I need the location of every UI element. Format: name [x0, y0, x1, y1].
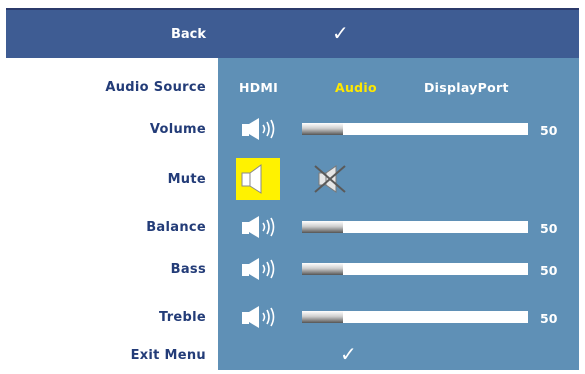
treble-speaker-icon: [238, 304, 286, 330]
source-option-hdmi[interactable]: HDMI: [239, 80, 278, 95]
mute-label[interactable]: Mute: [6, 172, 206, 187]
exit-menu-label[interactable]: Exit Menu: [6, 348, 206, 363]
unmuted-speaker-icon: [241, 164, 262, 194]
bass-value: 50: [540, 263, 558, 278]
treble-value: 50: [540, 311, 558, 326]
balance-speaker-icon: [238, 214, 286, 240]
mute-option-muted-speaker-icon[interactable]: [311, 162, 351, 196]
treble-slider-fill: [302, 311, 343, 323]
volume-slider-fill: [302, 123, 343, 135]
volume-slider[interactable]: [302, 123, 528, 135]
audio-source-label[interactable]: Audio Source: [6, 80, 206, 95]
bass-label[interactable]: Bass: [6, 262, 206, 277]
balance-slider[interactable]: [302, 221, 528, 233]
source-option-displayport[interactable]: DisplayPort: [424, 80, 509, 95]
bass-slider-fill: [302, 263, 343, 275]
volume-speaker-icon: [238, 116, 286, 142]
bass-speaker-icon: [238, 256, 286, 282]
unmute-option-highlight[interactable]: [236, 158, 280, 200]
treble-slider[interactable]: [302, 311, 528, 323]
exit-confirm-checkmark-icon[interactable]: ✓: [340, 344, 357, 364]
back-label: Back: [170, 27, 206, 42]
back-confirm-checkmark-icon[interactable]: ✓: [332, 23, 349, 43]
treble-label[interactable]: Treble: [6, 310, 206, 325]
bass-slider[interactable]: [302, 263, 528, 275]
balance-value: 50: [540, 221, 558, 236]
osd-header: Back ✓: [6, 10, 579, 58]
volume-label[interactable]: Volume: [6, 122, 206, 137]
balance-slider-fill: [302, 221, 343, 233]
volume-value: 50: [540, 123, 558, 138]
source-option-audio[interactable]: Audio: [335, 80, 377, 95]
balance-label[interactable]: Balance: [6, 220, 206, 235]
